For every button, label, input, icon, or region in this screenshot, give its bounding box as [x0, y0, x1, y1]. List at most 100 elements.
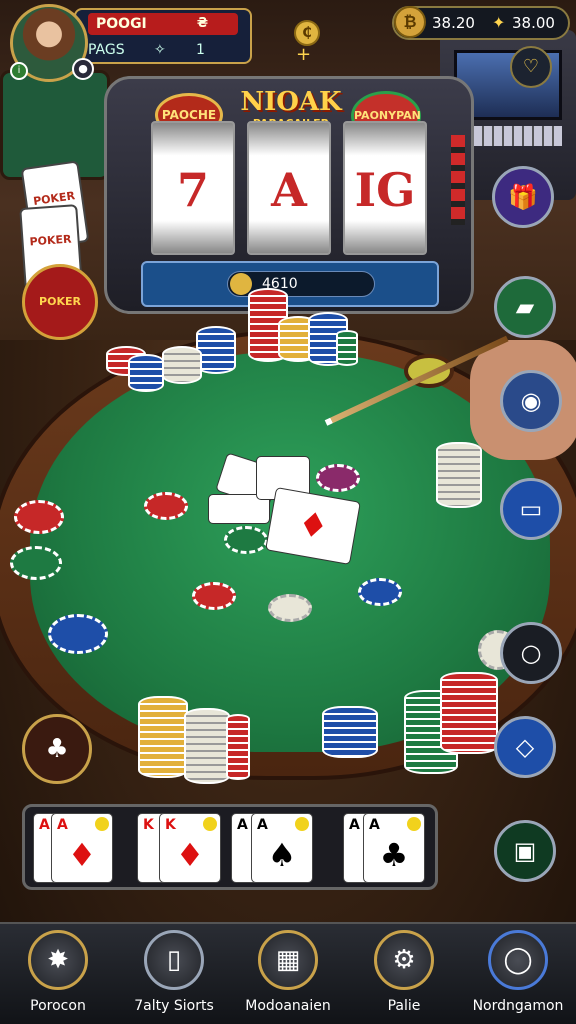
card-pack-3[interactable]: POKER	[22, 264, 98, 340]
chip-stack-blue-front	[322, 706, 378, 758]
coin-icon: ₵	[294, 20, 320, 46]
ticket-button[interactable]: ▭	[500, 478, 562, 540]
card-suit: ♣	[379, 836, 409, 874]
chip	[14, 500, 64, 534]
chip	[10, 546, 62, 580]
favorite-button[interactable]: ♡	[510, 46, 552, 88]
hand-card[interactable]: K ♦	[159, 813, 221, 883]
card-suit: ♦	[294, 503, 332, 549]
card-rank: A	[257, 817, 268, 833]
card-suit: ♠	[267, 836, 297, 874]
ring-icon: ○	[520, 639, 542, 667]
tag-icon: ◇	[515, 733, 535, 761]
online-status-icon: i	[10, 62, 28, 80]
chip-stack-red-right	[440, 672, 498, 754]
nav-label: Nordngamon	[472, 998, 564, 1014]
slot-reel-3: IG	[343, 121, 427, 255]
currency-bar[interactable]: ₿ 38.20 ✦ 38.00	[392, 6, 570, 40]
nav-label: 7alty Siorts	[134, 998, 214, 1014]
chip-stack-red-front	[226, 714, 250, 780]
chip	[48, 614, 108, 654]
slot-reel-1: 7	[151, 121, 235, 255]
card-marker-icon	[203, 817, 217, 831]
chips-bag-icon: ♣	[45, 734, 69, 764]
gift-icon: 🎁	[508, 183, 538, 211]
card-rank: A	[39, 817, 50, 833]
slot-reel-2: A	[247, 121, 331, 255]
card-suit: ♣	[229, 495, 249, 520]
currency-amount-secondary: 38.00	[512, 14, 555, 32]
player-level: 1	[196, 42, 205, 58]
nav-label: Porocon	[30, 998, 86, 1014]
sparkle-icon: ✦	[492, 13, 506, 32]
notification-icon[interactable]: ●	[72, 58, 94, 80]
ring-button[interactable]: ○	[500, 622, 562, 684]
chip	[224, 526, 268, 554]
chip	[268, 594, 312, 622]
player-hud[interactable]: POOGI ₴ PAGS ✧ 1 ₵ +	[74, 8, 320, 65]
chip	[144, 492, 188, 520]
heart-icon: ♡	[522, 56, 540, 77]
add-coins-button[interactable]: +	[296, 44, 311, 65]
player-sub-label: PAGS	[88, 42, 125, 58]
nav-label: Palie	[387, 998, 421, 1014]
card-rank: A	[237, 817, 248, 833]
nav-icon: ✸	[28, 930, 88, 990]
card-pack-label: POKER	[39, 295, 81, 308]
slot-base: 4610	[141, 261, 439, 307]
card-suit: ♦	[175, 836, 205, 874]
player-name-bar: POOGI ₴	[88, 13, 238, 35]
nav-item-palie[interactable]: ⚙ Palie	[346, 930, 462, 1022]
player-sub-icon: ✧	[154, 42, 166, 58]
card-pack-label: POKER	[29, 232, 72, 249]
chip-stack-gold-front	[138, 696, 188, 778]
player-name: POOGI	[96, 16, 147, 32]
nav-item-nordngamon[interactable]: ◯ Nordngamon	[460, 930, 576, 1022]
chip-stack-white-right	[436, 442, 482, 508]
chip-stack-white-front	[184, 708, 230, 784]
currency-coin-icon: ₿	[394, 6, 426, 38]
nav-item-porocon[interactable]: ✸ Porocon	[0, 930, 116, 1022]
nav-item-modoanaien[interactable]: ▦ Modoanaien	[230, 930, 346, 1022]
player-count: ₴	[196, 16, 208, 31]
card-marker-icon	[95, 817, 109, 831]
gold-bar-button[interactable]: ▰	[494, 276, 556, 338]
card-rank: A	[349, 817, 360, 833]
chip-stack-blue-2	[196, 326, 236, 374]
game-scene: POOGI ₴ PAGS ✧ 1 ₵ + i ● ₿ 38.20 ✦ 38.00…	[0, 0, 576, 1024]
hand-card[interactable]: A ♣	[363, 813, 425, 883]
player-sub-row: PAGS ✧ 1	[88, 40, 205, 60]
chip	[358, 578, 402, 606]
nav-label: Modoanaien	[245, 998, 331, 1014]
hand-card[interactable]: A ♦	[51, 813, 113, 883]
card-suit: ♦	[67, 836, 97, 874]
card-rank: K	[143, 817, 154, 833]
card-rank: A	[369, 817, 380, 833]
tag-button[interactable]: ◇	[494, 716, 556, 778]
nav-item-7alty-siorts[interactable]: ▯ 7alty Siorts	[116, 930, 232, 1022]
ticket-icon: ▭	[519, 495, 543, 523]
card-suit: ♠	[273, 457, 293, 482]
nav-icon: ⚙	[374, 930, 434, 990]
trophy-button[interactable]: ▣	[494, 820, 556, 882]
card-rank: K	[165, 817, 176, 833]
gift-button[interactable]: 🎁	[492, 166, 554, 228]
slot-side-lights	[451, 135, 465, 225]
credit-coin-icon	[230, 273, 252, 295]
trophy-icon: ▣	[513, 837, 537, 865]
chips-bag-button[interactable]: ♣	[22, 714, 92, 784]
currency-amount: 38.20	[432, 14, 475, 32]
gold-bar-icon: ▰	[515, 293, 535, 321]
shield-icon: ◉	[520, 387, 542, 415]
player-hand-rack: A A ♦ K K ♦ A A ♠ A A ♣	[22, 804, 438, 890]
nav-icon: ▯	[144, 930, 204, 990]
hand-card[interactable]: A ♠	[251, 813, 313, 883]
chip	[316, 464, 360, 492]
chip-stack-blue-3	[128, 354, 164, 392]
nav-icon: ▦	[258, 930, 318, 990]
slot-title: NIOAK	[240, 87, 342, 117]
shield-button[interactable]: ◉	[500, 370, 562, 432]
chip-stack-white	[162, 346, 202, 384]
card-marker-icon	[407, 817, 421, 831]
slot-machine[interactable]: PAOCHE NIOAK PARACAILER PAONYPAN 7 A IG …	[104, 76, 474, 314]
